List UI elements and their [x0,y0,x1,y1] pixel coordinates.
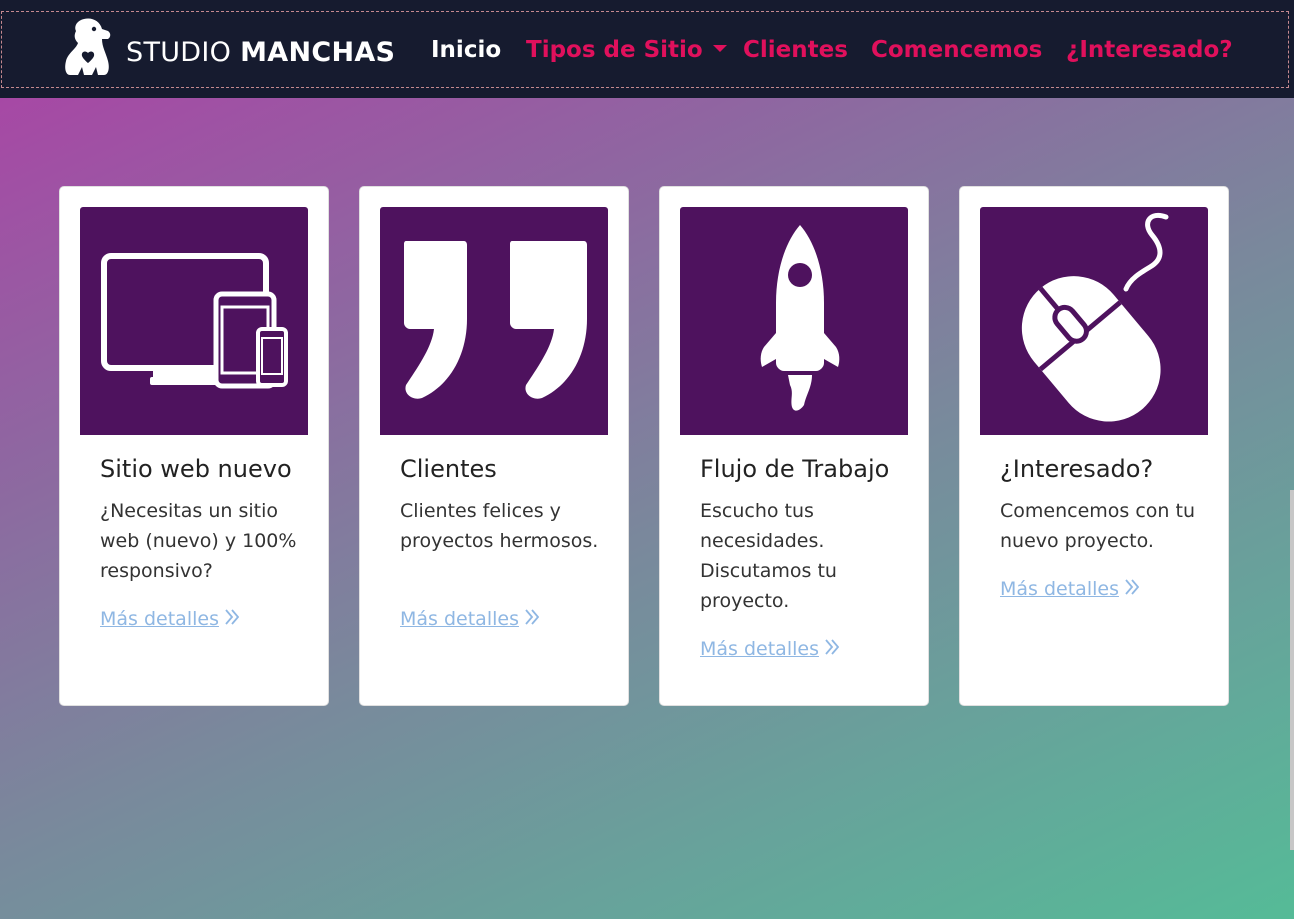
mas-detalles-link[interactable]: Más detalles [400,608,540,630]
brand-name: STUDIO MANCHAS [126,39,395,66]
card-text: ¿Necesitas un sitio web (nuevo) y 100% r… [100,500,297,582]
mouse-icon [980,213,1208,435]
page-scrollbar[interactable] [1290,490,1294,850]
devices-icon [80,253,308,435]
card-text: Clientes felices y proyectos hermosos. [400,500,599,552]
brand-name-light: STUDIO [126,36,232,68]
dog-heart-logo-icon [64,17,112,77]
card-title: Sitio web nuevo [100,455,292,483]
mas-detalles-label: Más detalles [100,608,219,630]
caret-down-icon [712,45,727,52]
card-text: Escucho tus necesidades. Discutamos tu p… [700,500,837,612]
double-chevron-right-icon [1125,578,1140,600]
mas-detalles-link[interactable]: Más detalles [100,608,240,630]
mas-detalles-link[interactable]: Más detalles [700,638,840,660]
card-image [80,207,308,435]
card-image [380,207,608,435]
card-title: Clientes [400,455,497,483]
double-chevron-right-icon [825,638,840,660]
card-sitio-web-nuevo: Sitio web nuevo ¿Necesitas un sitio web … [59,186,329,706]
double-chevron-right-icon [225,608,240,630]
card-text: Comencemos con tu nuevo proyecto. [1000,500,1195,552]
nav-item-inicio[interactable]: Inicio [431,35,501,65]
card-title: Flujo de Trabajo [700,455,890,483]
card-image [680,207,908,435]
double-chevron-right-icon [525,608,540,630]
rocket-icon [680,225,908,435]
quote-icon [380,241,608,435]
nav-item-clientes[interactable]: Clientes [743,35,848,65]
card-interesado: ¿Interesado? Comencemos con tu nuevo pro… [959,186,1229,706]
top-navbar: STUDIO MANCHAS Inicio Tipos de Sitio Cli… [0,0,1294,98]
card-clientes: Clientes Clientes felices y proyectos he… [359,186,629,706]
mas-detalles-label: Más detalles [700,638,819,660]
nav-item-tipos-de-sitio[interactable]: Tipos de Sitio [526,35,727,65]
brand-logo-link[interactable]: STUDIO MANCHAS [64,17,395,77]
nav-item-interesado[interactable]: ¿Interesado? [1066,35,1233,65]
mas-detalles-label: Más detalles [1000,578,1119,600]
card-image [980,207,1208,435]
card-flujo-de-trabajo: Flujo de Trabajo Escucho tus necesidades… [659,186,929,706]
nav-item-tipos-de-sitio-label: Tipos de Sitio [526,37,703,63]
nav-item-comencemos[interactable]: Comencemos [871,35,1042,65]
mas-detalles-label: Más detalles [400,608,519,630]
mas-detalles-link[interactable]: Más detalles [1000,578,1140,600]
card-title: ¿Interesado? [1000,455,1154,483]
brand-name-bold: MANCHAS [240,36,396,68]
